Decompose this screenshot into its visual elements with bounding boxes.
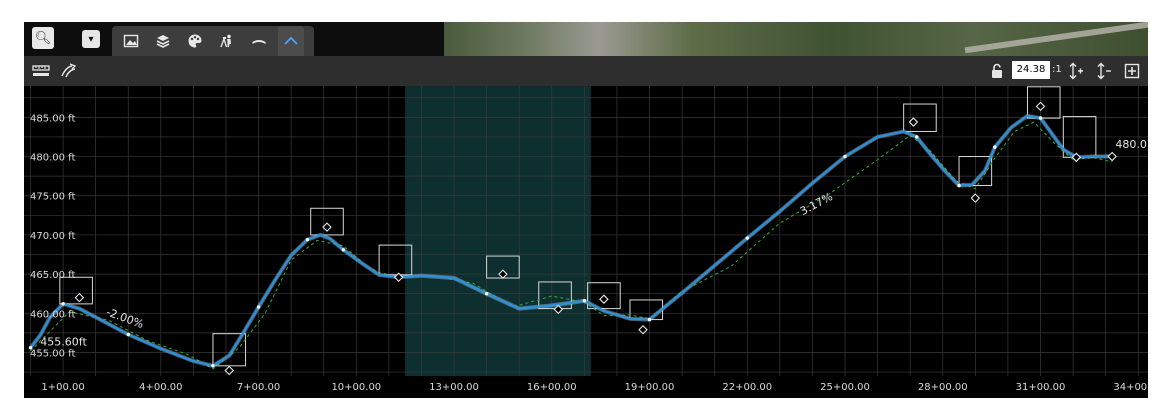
- increase-exaggeration-button[interactable]: [1068, 61, 1084, 81]
- profile-annotation: 455.60ft: [40, 335, 87, 348]
- profile-vertex: [305, 237, 310, 242]
- y-tick-label: 465.00 ft: [30, 270, 76, 281]
- profile-vertex: [914, 135, 919, 139]
- tab-cross-section[interactable]: [246, 30, 272, 52]
- x-tick-label: 13+00.00: [429, 382, 479, 393]
- selected-station-range: [405, 86, 591, 376]
- tab-survey[interactable]: [214, 30, 240, 52]
- zoom-extents-button[interactable]: [1124, 61, 1140, 81]
- profile-chart[interactable]: 455.00 ft 460.00 ft 465.00 ft 470.00 ft 475.…: [24, 86, 1148, 398]
- profile-vertex: [647, 317, 652, 322]
- profile-vertex: [211, 364, 215, 368]
- image-icon: [123, 34, 139, 48]
- search-icon: 🔍︎: [34, 30, 52, 46]
- profile-vertex: [61, 302, 65, 306]
- profile-vertex: [1038, 116, 1043, 120]
- tab-bar: 🔍︎ ▾: [24, 22, 1148, 56]
- profile-vertex: [341, 248, 345, 252]
- profile-vertex: [582, 299, 587, 303]
- profile-vertex: [993, 145, 997, 149]
- vertical-exaggeration-suffix: :1: [1052, 64, 1062, 75]
- profile-vertex: [126, 332, 130, 337]
- vertical-exaggeration-decrease-icon: [1097, 62, 1111, 80]
- vertical-exaggeration-input[interactable]: 24.38: [1012, 61, 1050, 79]
- lock-icon: [992, 63, 1002, 78]
- y-tick-label: 480.00 ft: [30, 153, 76, 164]
- profile-toolbar: 24.38 :1: [24, 56, 1148, 86]
- x-tick-label: 22+00.00: [722, 382, 772, 393]
- x-tick-label: 10+00.00: [331, 382, 381, 393]
- x-tick-label: 19+00.00: [625, 382, 675, 393]
- tab-styles[interactable]: [182, 30, 208, 52]
- x-tick-label: 7+00.00: [237, 382, 280, 393]
- vertical-exaggeration-increase-icon: [1069, 62, 1083, 80]
- surveyor-icon: [220, 34, 231, 48]
- search-button[interactable]: 🔍︎: [32, 27, 54, 49]
- decrease-exaggeration-button[interactable]: [1096, 61, 1112, 81]
- alignment-button[interactable]: [60, 61, 78, 81]
- measure-button[interactable]: [32, 61, 50, 81]
- x-tick-label: 34+00.00: [1113, 382, 1148, 393]
- layers-icon: [156, 35, 170, 48]
- x-tick-label: 28+00.00: [918, 382, 968, 393]
- profile-vertex: [745, 236, 749, 240]
- x-tick-label: 31+00.00: [1016, 382, 1066, 393]
- y-tick-label: 455.00 ft: [30, 348, 76, 359]
- tab-profile[interactable]: [278, 26, 304, 56]
- ruler-icon: [32, 65, 50, 76]
- cross-section-icon: [252, 40, 266, 44]
- tab-imagery[interactable]: [118, 30, 144, 52]
- profile-vertex: [957, 183, 961, 188]
- map-background-strip: [444, 22, 1148, 56]
- chevron-down-icon: ▾: [88, 33, 94, 45]
- profile-view-window: 🔍︎ ▾ 24.38:1 455.00 ft 460.00 ft 465.00…: [24, 22, 1148, 398]
- map-road-feature: [964, 22, 1148, 54]
- tab-group: [112, 26, 314, 56]
- profile-vertex: [484, 292, 489, 296]
- x-tick-label: 1+00.00: [41, 382, 84, 393]
- x-tick-label: 4+00.00: [139, 382, 182, 393]
- x-tick-label: 16+00.00: [527, 382, 577, 393]
- lock-scale-button[interactable]: [990, 61, 1004, 81]
- profile-annotation: 480.07ft: [1115, 138, 1148, 151]
- collapse-button[interactable]: ▾: [82, 30, 100, 48]
- y-tick-label: 475.00 ft: [30, 192, 76, 203]
- y-tick-label: 460.00 ft: [30, 309, 76, 320]
- y-tick-label: 485.00 ft: [30, 113, 76, 124]
- profile-vertex: [843, 154, 847, 159]
- profile-icon: [284, 36, 298, 45]
- road-icon: [61, 63, 77, 78]
- y-tick-label: 470.00 ft: [30, 231, 76, 242]
- zoom-extents-icon: [1124, 63, 1140, 79]
- profile-vertex: [256, 305, 261, 309]
- tab-layers[interactable]: [150, 30, 176, 52]
- x-tick-label: 25+00.00: [820, 382, 870, 393]
- palette-icon: [188, 34, 202, 48]
